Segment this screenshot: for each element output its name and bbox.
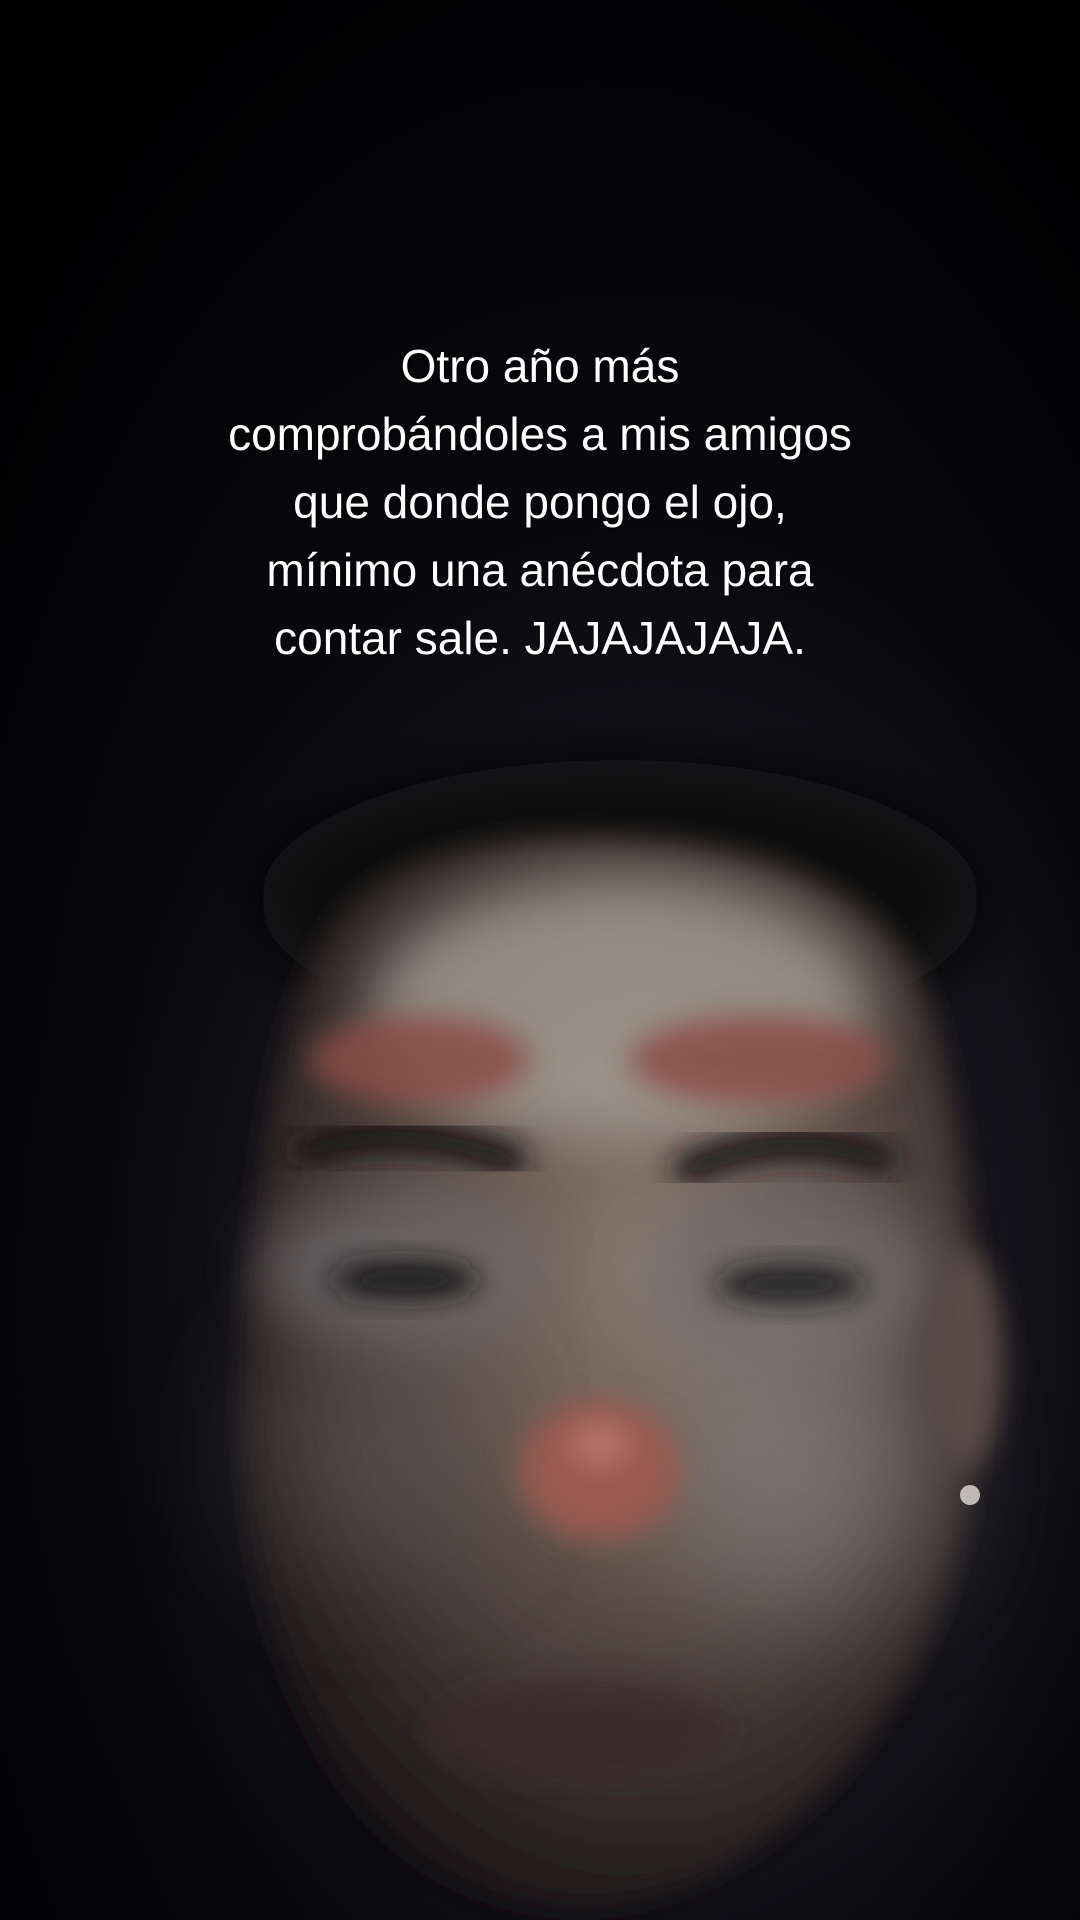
caption-line: que donde pongo el ojo, (293, 476, 787, 528)
story-frame: Otro año más comprobándoles a mis amigos… (0, 0, 1080, 1920)
caption-line: mínimo una anécdota para (266, 544, 814, 596)
caption-line: comprobándoles a mis amigos (228, 408, 852, 460)
photo-vignette (0, 0, 1080, 1920)
caption-line: contar sale. JAJAJAJAJA. (274, 612, 806, 664)
story-caption-text: Otro año más comprobándoles a mis amigos… (90, 332, 990, 672)
selfie-photo (0, 0, 1080, 1920)
caption-line: Otro año más (400, 340, 680, 392)
